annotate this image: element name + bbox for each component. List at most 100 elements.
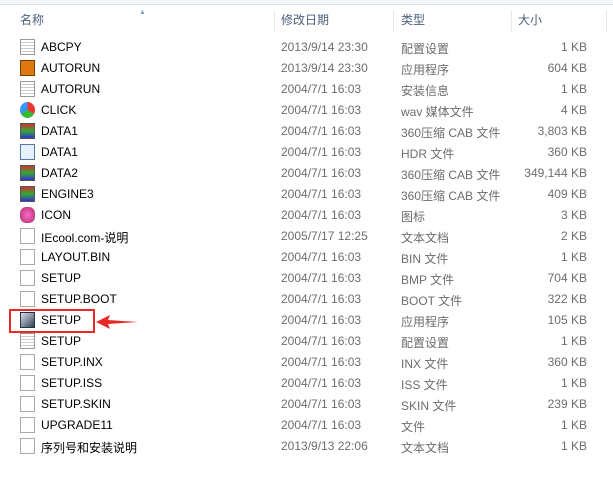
file-type: 配置设置 [401,42,450,56]
file-row[interactable]: SETUP 2004/7/1 16:03 配置设置 1 KB [0,331,613,352]
file-type: 图标 [401,210,426,224]
cfg-file-icon [20,333,35,349]
file-row[interactable]: SETUP 2004/7/1 16:03 BMP 文件 704 KB [0,268,613,289]
file-date: 2004/7/1 16:03 [281,418,362,432]
file-size: 1 KB [560,418,587,432]
red-arrow-icon [96,315,138,329]
file-name: AUTORUN [41,61,101,75]
file-size: 2 KB [560,229,587,243]
file-date: 2004/7/1 16:03 [281,376,362,390]
file-row[interactable]: CLICK 2004/7/1 16:03 wav 媒体文件 4 KB [0,100,613,121]
file-row[interactable]: DATA1 2004/7/1 16:03 HDR 文件 360 KB [0,142,613,163]
file-date: 2004/7/1 16:03 [281,313,362,327]
file-type: 文本文档 [401,441,450,455]
file-name: LAYOUT.BIN [41,250,111,264]
file-size: 1 KB [560,334,587,348]
file-row[interactable]: ABCPY 2013/9/14 23:30 配置设置 1 KB [0,37,613,58]
file-date: 2013/9/14 23:30 [281,40,368,54]
file-size: 349,144 KB [524,166,587,180]
hdrf-file-icon [20,144,35,160]
file-name: SETUP.ISS [41,376,103,390]
file-size: 105 KB [547,313,587,327]
file-row[interactable]: AUTORUN 2004/7/1 16:03 安装信息 1 KB [0,79,613,100]
file-size: 360 KB [547,355,587,369]
file-row[interactable]: DATA2 2004/7/1 16:03 360压缩 CAB 文件 349,14… [0,163,613,184]
column-date[interactable]: 修改日期 [281,11,329,28]
toolbar-edge [0,0,613,5]
cab-file-icon [20,123,35,139]
column-type[interactable]: 类型 [401,11,425,28]
file-size: 4 KB [560,103,587,117]
highlight-box [9,309,95,333]
file-name: ABCPY [41,40,82,54]
file-type: 360压缩 CAB 文件 [401,168,501,182]
file-row[interactable]: SETUP.BOOT 2004/7/1 16:03 BOOT 文件 322 KB [0,289,613,310]
file-file-icon [20,270,35,286]
file-type: ISS 文件 [401,378,448,392]
file-size: 322 KB [547,292,587,306]
file-date: 2004/7/1 16:03 [281,208,362,222]
file-size: 1 KB [560,40,587,54]
cab-file-icon [20,186,35,202]
file-name: DATA1 [41,124,78,138]
media-file-icon [20,102,35,118]
file-name: SETUP.INX [41,355,103,369]
file-file-icon [20,291,35,307]
file-row[interactable]: LAYOUT.BIN 2004/7/1 16:03 BIN 文件 1 KB [0,247,613,268]
file-type: INX 文件 [401,357,449,371]
file-row[interactable]: UPGRADE11 2004/7/1 16:03 文件 1 KB [0,415,613,436]
cfg-file-icon [20,81,35,97]
file-row[interactable]: SETUP.ISS 2004/7/1 16:03 ISS 文件 1 KB [0,373,613,394]
file-date: 2004/7/1 16:03 [281,397,362,411]
file-date: 2004/7/1 16:03 [281,355,362,369]
file-row[interactable]: SETUP.SKIN 2004/7/1 16:03 SKIN 文件 239 KB [0,394,613,415]
file-name: ICON [41,208,71,222]
file-type: 安装信息 [401,84,450,98]
column-size[interactable]: 大小 [518,11,542,28]
file-name: UPGRADE11 [41,418,113,432]
icon-file-icon [20,207,35,223]
file-size: 3 KB [560,208,587,222]
file-type: 360压缩 CAB 文件 [401,189,501,203]
column-divider[interactable] [274,10,275,32]
file-file-icon [20,438,35,454]
file-size: 3,803 KB [537,124,587,138]
file-name: ENGINE3 [41,187,94,201]
file-date: 2005/7/17 12:25 [281,229,368,243]
file-row[interactable]: ICON 2004/7/1 16:03 图标 3 KB [0,205,613,226]
file-type: HDR 文件 [401,147,455,161]
cfg-file-icon [20,39,35,55]
file-row[interactable]: SETUP.INX 2004/7/1 16:03 INX 文件 360 KB [0,352,613,373]
file-type: BMP 文件 [401,273,455,287]
file-row[interactable]: 序列号和安装说明 2013/9/13 22:06 文本文档 1 KB [0,436,613,457]
file-type: BOOT 文件 [401,294,463,308]
file-row[interactable]: IEcool.com-说明 2005/7/17 12:25 文本文档 2 KB [0,226,613,247]
file-date: 2004/7/1 16:03 [281,334,362,348]
file-file-icon [20,375,35,391]
column-divider[interactable] [511,10,512,32]
file-file-icon [20,228,35,244]
file-file-icon [20,396,35,412]
file-row[interactable]: AUTORUN 2013/9/14 23:30 应用程序 604 KB [0,58,613,79]
file-name: SETUP [41,271,82,285]
file-size: 360 KB [547,145,587,159]
file-row[interactable]: DATA1 2004/7/1 16:03 360压缩 CAB 文件 3,803 … [0,121,613,142]
file-type: wav 媒体文件 [401,105,474,119]
file-name: CLICK [41,103,77,117]
file-date: 2004/7/1 16:03 [281,103,362,117]
file-row[interactable]: ENGINE3 2004/7/1 16:03 360压缩 CAB 文件 409 … [0,184,613,205]
file-file-icon [20,417,35,433]
file-name: DATA2 [41,166,78,180]
file-type: 文本文档 [401,231,450,245]
file-date: 2004/7/1 16:03 [281,250,362,264]
file-type: 应用程序 [401,63,450,77]
file-date: 2004/7/1 16:03 [281,166,362,180]
file-size: 239 KB [547,397,587,411]
exe-file-icon [20,60,35,76]
column-header: ▲ 名称 修改日期 类型 大小 [0,6,613,32]
column-divider[interactable] [393,10,394,32]
file-size: 1 KB [560,82,587,96]
column-name[interactable]: 名称 [20,11,44,28]
sort-ascending-icon: ▲ [139,9,146,16]
column-divider[interactable] [606,10,607,32]
